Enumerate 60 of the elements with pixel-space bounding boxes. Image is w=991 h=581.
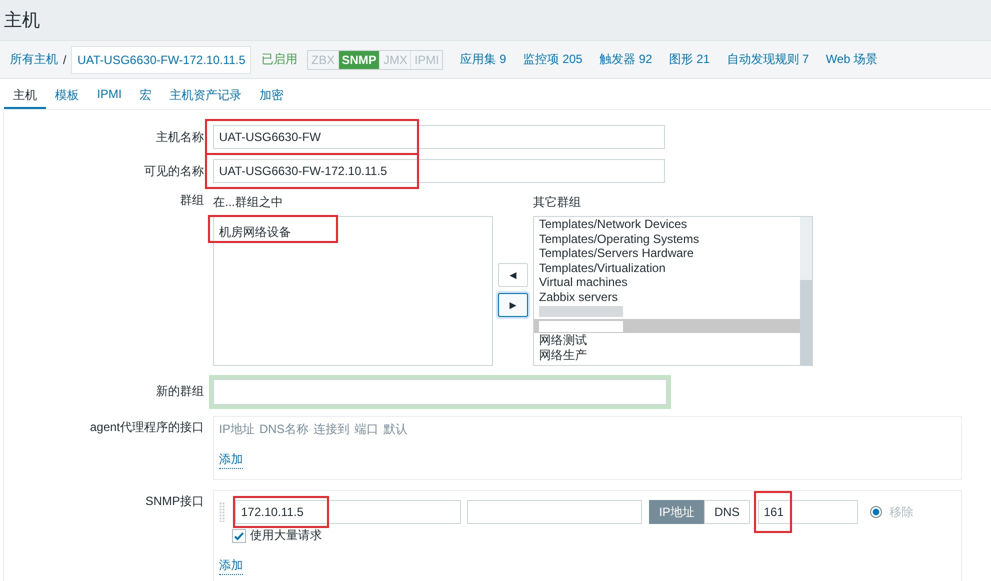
column-header: 端口	[354, 421, 379, 438]
list-option[interactable]: Templates/Operating Systems	[534, 232, 800, 246]
host-nav-link[interactable]: 图形 21	[669, 51, 710, 68]
move-right-button[interactable]: ▶	[498, 293, 528, 317]
list-option[interactable]: Templates/Virtualization	[534, 260, 800, 275]
input-field[interactable]: 172.10.11.5	[235, 500, 461, 524]
group-listbox[interactable]: Templates/Network Devices Templates/Operating Systems Templates/Servers Hardware Templates/Virtualization Virtual machines Zabbix servers 网络测试 网络生产	[533, 216, 813, 366]
input-field[interactable]: 161	[758, 500, 858, 524]
list-option[interactable]: Templates/Servers Hardware	[534, 246, 800, 260]
tab[interactable]: 主机资产记录	[160, 79, 251, 109]
field-label: 新的群组	[155, 383, 205, 400]
list-option[interactable]: Templates/Network Devices	[534, 217, 800, 232]
drag-handle[interactable]	[219, 502, 225, 522]
toggle-button[interactable]: DNS	[704, 500, 750, 524]
column-header: DNS名称	[259, 421, 309, 438]
field-label: 可见的名称	[143, 163, 205, 180]
checkbox[interactable]	[232, 528, 246, 542]
add-link[interactable]: 添加	[219, 451, 243, 469]
page-title: 主机	[4, 9, 40, 32]
list-option[interactable]: Virtual machines	[534, 275, 800, 290]
tab[interactable]: 模板	[46, 79, 88, 109]
host-nav-link[interactable]: Web 场景	[826, 51, 878, 68]
breadcrumb-separator: /	[63, 52, 66, 66]
tab[interactable]: 宏	[130, 79, 161, 109]
column-header: 连接到	[314, 421, 350, 438]
availability-status: ZBX	[310, 52, 336, 68]
add-link[interactable]: 添加	[219, 557, 243, 575]
host-nav-link[interactable]: 应用集 9	[460, 51, 506, 68]
list-option[interactable]: 网络生产	[534, 348, 800, 362]
column-header: 默认	[384, 421, 408, 438]
host-nav-link[interactable]: 监控项 205	[523, 51, 582, 68]
field-label: agent代理程序的接口	[88, 419, 205, 436]
status-label: 已启用	[261, 51, 298, 68]
breadcrumb-link[interactable]: 所有主机	[10, 51, 58, 68]
list-option[interactable]: 网络测试	[534, 333, 800, 348]
host-nav-link[interactable]: 触发器 92	[599, 51, 652, 68]
list-option[interactable]: 机房网络设备	[219, 225, 291, 239]
scrollbar[interactable]	[800, 217, 812, 365]
input-field[interactable]	[467, 500, 642, 524]
field-label: 主机名称	[155, 129, 205, 146]
input-field[interactable]: UAT-USG6630-FW-172.10.11.5	[213, 159, 665, 183]
list-caption: 在...群组之中	[213, 194, 284, 211]
availability-status: JMX	[379, 50, 410, 68]
input-field[interactable]: UAT-USG6630-FW	[213, 125, 665, 149]
list-option[interactable]	[534, 318, 800, 333]
default-radio[interactable]	[870, 506, 882, 518]
field-label: SNMP接口	[144, 493, 205, 510]
tab[interactable]: IPMI	[88, 79, 131, 109]
availability-status: IPMI	[410, 50, 442, 68]
tab[interactable]: 加密	[250, 79, 293, 109]
host-nav-link[interactable]: 自动发现规则 7	[726, 51, 809, 68]
list-caption: 其它群组	[533, 194, 582, 211]
availability-status: SNMP	[338, 50, 380, 68]
breadcrumb-current[interactable]: UAT-USG6630-FW-172.10.11.5	[71, 46, 252, 74]
field-label: 群组	[179, 193, 205, 209]
checkbox-label: 使用大量请求	[250, 527, 322, 544]
tab[interactable]: 主机	[4, 79, 46, 109]
column-header: IP地址	[219, 421, 254, 438]
move-left-button[interactable]: ◀	[498, 263, 528, 287]
list-option[interactable]: Zabbix servers	[534, 290, 800, 304]
